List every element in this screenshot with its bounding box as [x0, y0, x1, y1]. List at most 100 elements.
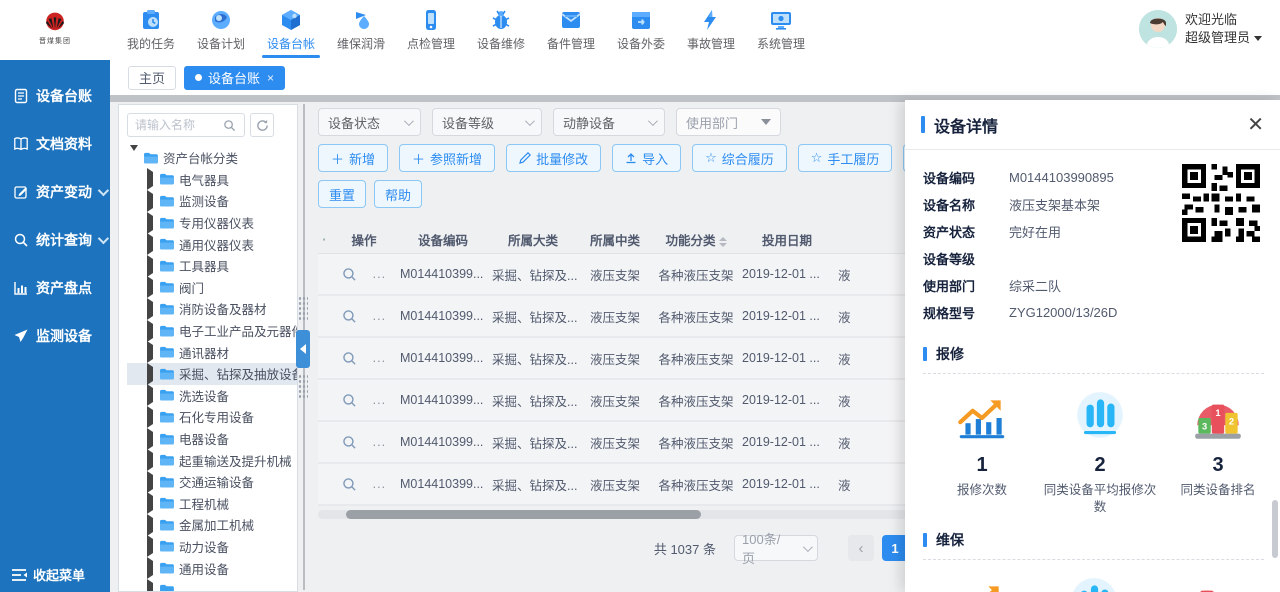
row-more-actions[interactable]: ...: [373, 477, 386, 491]
tab-equipment-ledger[interactable]: 设备台账 ×: [184, 66, 285, 90]
panel-scrollbar-thumb[interactable]: [1272, 500, 1278, 558]
col-func[interactable]: 功能分类: [653, 230, 739, 249]
row-more-actions[interactable]: ...: [373, 351, 386, 365]
nav-spot-check[interactable]: 点检管理: [396, 0, 466, 60]
row-more-actions[interactable]: ...: [373, 435, 386, 449]
import-button[interactable]: 导入: [612, 144, 681, 172]
sidebar-item-label: 监测设备: [36, 326, 92, 346]
tree-item[interactable]: 工程机械: [127, 493, 297, 515]
nav-outsourcing[interactable]: 设备外委: [606, 0, 676, 60]
sidebar-item-monitoring-equipment[interactable]: 监测设备: [0, 312, 110, 360]
tree-item-selected[interactable]: 采掘、钻探及抽放设备: [127, 363, 297, 385]
view-magnifier-icon[interactable]: [342, 393, 357, 408]
tree-item[interactable]: 专用仪器仪表: [127, 212, 297, 234]
nav-system[interactable]: 系统管理: [746, 0, 816, 60]
nav-accident[interactable]: 事故管理: [676, 0, 746, 60]
filter-using-department[interactable]: 使用部门: [676, 108, 781, 136]
help-button[interactable]: 帮助: [374, 180, 422, 208]
horizontal-scrollbar[interactable]: [318, 510, 908, 519]
button-label: 批量修改: [536, 149, 588, 168]
nav-my-tasks[interactable]: 我的任务: [116, 0, 186, 60]
bar-chart-icon: [13, 280, 29, 296]
filter-equipment-level[interactable]: 设备等级: [432, 108, 542, 136]
sidebar-item-documents[interactable]: 文档资料: [0, 120, 110, 168]
sidebar-item-statistics-query[interactable]: 统计查询: [0, 216, 110, 264]
tab-home[interactable]: 主页: [128, 66, 176, 90]
folder-icon: [159, 281, 174, 293]
manual-history-button[interactable]: ☆手工履历: [798, 144, 893, 172]
tree-item[interactable]: 工具器具: [127, 255, 297, 277]
nav-equipment-plan[interactable]: 设备计划: [186, 0, 256, 60]
view-magnifier-icon[interactable]: [342, 351, 357, 366]
scrollbar-thumb[interactable]: [346, 510, 701, 519]
tree-item-partial[interactable]: [127, 579, 297, 592]
table-row[interactable]: ... M014410399... 采掘、钻探及... 液压支架 各种液压支架 …: [318, 422, 908, 464]
row-more-actions[interactable]: ...: [373, 393, 386, 407]
tree-item[interactable]: 通用仪器仪表: [127, 233, 297, 255]
table-row[interactable]: ... M014410399... 采掘、钻探及... 液压支架 各种液压支架 …: [318, 464, 908, 506]
tree-item[interactable]: 石化专用设备: [127, 406, 297, 428]
row-more-actions[interactable]: ...: [373, 267, 386, 281]
col-code: 设备编码: [397, 230, 489, 249]
collapse-menu-button[interactable]: 收起菜单: [0, 565, 110, 584]
tree-refresh-button[interactable]: [250, 113, 274, 137]
user-menu[interactable]: 欢迎光临 超级管理员: [1139, 10, 1262, 48]
stat-value: 2: [1094, 454, 1105, 477]
tree-item[interactable]: 电子工业产品及元器件: [127, 320, 297, 342]
tab-close-icon[interactable]: ×: [267, 71, 274, 85]
view-magnifier-icon[interactable]: [342, 477, 357, 492]
splitter-grip[interactable]: [298, 374, 308, 400]
batch-edit-button[interactable]: 批量修改: [506, 144, 601, 172]
dropdown-arrow-icon: [761, 119, 771, 125]
tree-root[interactable]: 资产台帐分类: [127, 147, 297, 169]
view-magnifier-icon[interactable]: [342, 309, 357, 324]
nav-equipment-ledger[interactable]: 设备台帐: [256, 0, 326, 60]
system-monitor-icon: [769, 8, 793, 32]
table-row[interactable]: ... M014410399... 采掘、钻探及... 液压支架 各种液压支架 …: [318, 254, 908, 296]
page-size-select[interactable]: 100条/页: [734, 535, 818, 561]
search-icon[interactable]: [223, 119, 236, 132]
comprehensive-history-button[interactable]: ☆综合履历: [692, 144, 787, 172]
tree-item[interactable]: 交通运输设备: [127, 471, 297, 493]
tree-item[interactable]: 洗选设备: [127, 385, 297, 407]
table-row[interactable]: ... M014410399... 采掘、钻探及... 液压支架 各种液压支架 …: [318, 380, 908, 422]
sidebar-item-asset-change[interactable]: 资产变动: [0, 168, 110, 216]
tree-item[interactable]: 金属加工机械: [127, 514, 297, 536]
tree-item[interactable]: 阀门: [127, 277, 297, 299]
tree-search-input[interactable]: [135, 118, 223, 132]
tree-item[interactable]: 通用设备: [127, 557, 297, 579]
table-row[interactable]: ... M014410399... 采掘、钻探及... 液压支架 各种液压支架 …: [318, 338, 908, 380]
tree-item[interactable]: 消防设备及器材: [127, 298, 297, 320]
table-row[interactable]: ... M014410399... 采掘、钻探及... 液压支架 各种液压支架 …: [318, 296, 908, 338]
tree-item[interactable]: 动力设备: [127, 536, 297, 558]
tree-collapse-handle[interactable]: [296, 330, 310, 368]
tree-item[interactable]: 监测设备: [127, 190, 297, 212]
tree-item[interactable]: 起重输送及提升机械: [127, 449, 297, 471]
tree-item[interactable]: 电气器具: [127, 169, 297, 191]
tree-item[interactable]: 通讯器材: [127, 341, 297, 363]
category-tree-panel: 资产台帐分类 电气器具 监测设备 专用仪器仪表 通用仪器仪表 工具器具 阀门 消…: [118, 104, 298, 592]
caret-expanded-icon[interactable]: [127, 151, 141, 165]
sidebar-item-equipment-ledger[interactable]: 设备台账: [0, 72, 110, 120]
add-button[interactable]: ＋新增: [318, 144, 388, 172]
nav-label: 备件管理: [547, 35, 595, 52]
filter-equipment-status[interactable]: 设备状态: [318, 108, 421, 136]
nav-spare-parts[interactable]: 备件管理: [536, 0, 606, 60]
view-magnifier-icon[interactable]: [342, 435, 357, 450]
nav-maintenance-lubrication[interactable]: 维保润滑: [326, 0, 396, 60]
sidebar-item-asset-inventory[interactable]: 资产盘点: [0, 264, 110, 312]
nav-equipment-repair[interactable]: 设备维修: [466, 0, 536, 60]
view-magnifier-icon[interactable]: [342, 267, 357, 282]
tree-item[interactable]: 电器设备: [127, 428, 297, 450]
add-by-reference-button[interactable]: ＋参照新增: [399, 144, 495, 172]
reset-button[interactable]: 重置: [318, 180, 366, 208]
filter-dynamic-static[interactable]: 动静设备: [553, 108, 665, 136]
row-more-actions[interactable]: ...: [373, 309, 386, 323]
sidebar-item-label: 资产盘点: [36, 278, 92, 298]
tree-search-box: [127, 113, 245, 137]
splitter-grip[interactable]: [298, 296, 308, 322]
sort-icon[interactable]: [719, 237, 727, 247]
cell-date: 2019-12-01 ...: [739, 477, 835, 491]
close-icon[interactable]: ✕: [1247, 115, 1264, 135]
prev-page-button[interactable]: ‹: [848, 535, 874, 561]
